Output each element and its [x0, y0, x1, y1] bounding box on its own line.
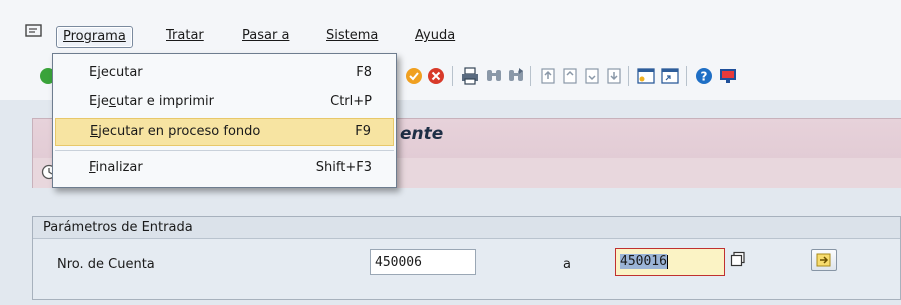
menu-item-shortcut: Ctrl+P — [330, 94, 372, 109]
toolbar-separator — [530, 66, 531, 86]
print-icon[interactable] — [460, 66, 480, 86]
range-to-label: a — [563, 257, 571, 272]
account-to-input[interactable]: 450016 — [615, 248, 725, 276]
menu-item-ejecutar-e-imprimir[interactable]: Ejecutar e imprimir Ctrl+P — [55, 89, 394, 117]
menu-tratar[interactable]: Tratar — [160, 26, 210, 48]
menu-item-label: Finalizar — [89, 160, 143, 175]
menu-programa[interactable]: Programa — [56, 26, 133, 48]
menu-ayuda[interactable]: Ayuda — [409, 26, 461, 48]
menu-item-shortcut: F8 — [356, 65, 372, 80]
account-number-label: Nro. de Cuenta — [57, 257, 155, 272]
customize-layout-icon[interactable] — [718, 66, 738, 86]
menu-item-shortcut: Shift+F3 — [315, 160, 372, 175]
multiple-selection-icon[interactable] — [730, 251, 746, 267]
account-from-input[interactable]: 450006 — [370, 249, 476, 275]
first-page-icon[interactable] — [538, 66, 558, 86]
shortcut-icon[interactable] — [660, 66, 680, 86]
programa-dropdown-menu: Ejecutar F8 Ejecutar e imprimir Ctrl+P E… — [52, 53, 397, 188]
orange-cancel-icon[interactable] — [404, 66, 424, 86]
menu-item-finalizar[interactable]: Finalizar Shift+F3 — [55, 155, 394, 183]
page-title: ente — [400, 124, 444, 144]
menu-pasar-a[interactable]: Pasar a — [236, 26, 295, 48]
multiple-selection-button[interactable] — [811, 249, 837, 271]
svg-text:?: ? — [701, 70, 708, 84]
menu-item-label: Ejecutar en proceso fondo — [90, 124, 261, 139]
find-next-icon[interactable] — [506, 66, 526, 86]
create-session-icon[interactable] — [636, 66, 656, 86]
next-page-icon[interactable] — [582, 66, 602, 86]
red-exit-icon[interactable] — [426, 66, 446, 86]
last-page-icon[interactable] — [604, 66, 624, 86]
menu-toggle-icon[interactable] — [25, 24, 43, 40]
params-group: Parámetros de Entrada Nro. de Cuenta 450… — [32, 216, 901, 300]
text-caret — [666, 254, 668, 269]
find-icon[interactable] — [484, 66, 504, 86]
menu-item-ejecutar[interactable]: Ejecutar F8 — [55, 60, 394, 88]
menu-bar: Programa Tratar Pasar a Sistema Ayuda — [0, 0, 901, 54]
toolbar-separator — [452, 66, 453, 86]
menu-separator — [55, 150, 394, 151]
toolbar-separator — [628, 66, 629, 86]
arrow-right-icon — [816, 253, 831, 267]
help-icon[interactable]: ? — [694, 66, 714, 86]
menu-item-label: Ejecutar e imprimir — [89, 94, 214, 109]
previous-page-icon[interactable] — [560, 66, 580, 86]
params-header: Parámetros de Entrada — [33, 217, 900, 239]
toolbar-separator — [686, 66, 687, 86]
menu-item-ejecutar-en-proceso-fondo[interactable]: Ejecutar en proceso fondo F9 — [55, 118, 394, 146]
menu-item-label: Ejecutar — [89, 65, 143, 80]
menu-item-shortcut: F9 — [355, 124, 371, 139]
menu-sistema[interactable]: Sistema — [320, 26, 384, 48]
params-title: Parámetros de Entrada — [43, 220, 193, 235]
account-to-value: 450016 — [620, 254, 667, 269]
